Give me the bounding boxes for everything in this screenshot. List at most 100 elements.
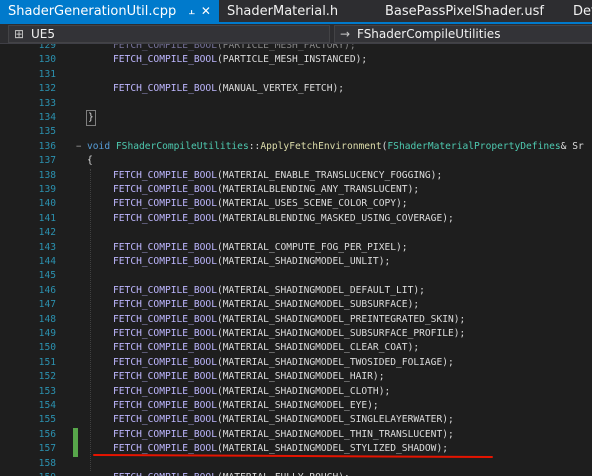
code-text: FETCH_COMPILE_BOOL(MATERIALBLENDING_MASK… [113,212,454,226]
code-text: } [86,109,96,127]
line-number: 138 [38,169,56,181]
change-marker [73,427,78,443]
tab-label: ShaderMaterial.h [226,3,339,19]
code-line[interactable]: 144 FETCH_COMPILE_BOOL(MATERIAL_SHADINGMO… [0,255,592,269]
code-token: (MATERIAL_FULLY_ROUGH); [217,472,350,476]
line-number: 132 [38,83,56,95]
code-line[interactable]: 148 FETCH_COMPILE_BOOL(MATERIAL_SHADINGMO… [0,313,592,327]
code-token: FETCH_COMPILE_BOOL [113,443,217,455]
code-line[interactable]: 138 FETCH_COMPILE_BOOL(MATERIAL_ENABLE_TR… [0,169,592,183]
code-token: ApplyFetchEnvironment [260,140,382,152]
code-token: (MATERIAL_SHADINGMODEL_THIN_TRANSLUCENT)… [216,428,454,440]
code-line[interactable]: 137 { [0,154,592,168]
code-line[interactable]: 131 [0,68,592,82]
line-number: 150 [38,342,56,354]
code-token: (MATERIAL_SHADINGMODEL_UNLIT); [216,256,391,267]
pin-icon[interactable]: ⫠ [188,4,195,18]
project-dropdown[interactable]: ⊞ UE5 [8,25,330,43]
code-line[interactable]: 153 FETCH_COMPILE_BOOL(MATERIAL_SHADINGMO… [0,385,592,399]
scope-value: FShaderCompileUtilities [357,27,501,41]
code-token: FETCH_COMPILE_BOOL [113,313,217,325]
line-number: 139 [38,184,56,195]
code-token: (MATERIAL_SHADINGMODEL_STYLIZED_SHADOW); [216,443,449,455]
line-number: 155 [38,414,56,426]
code-line[interactable]: 155 FETCH_COMPILE_BOOL(MATERIAL_SHADINGMO… [0,413,592,427]
code-text: FETCH_COMPILE_BOOL(MATERIAL_SHADINGMODEL… [113,385,390,399]
code-token: (MATERIAL_SHADINGMODEL_CLEAR_COAT); [216,342,420,354]
tab-deferred[interactable]: Defer [565,0,592,22]
code-line[interactable]: 132 FETCH_COMPILE_BOOL(MANUAL_VERTEX_FETC… [0,82,592,96]
code-line[interactable]: 150 FETCH_COMPILE_BOOL(MATERIAL_SHADINGMO… [0,341,592,355]
code-line[interactable]: 154 FETCH_COMPILE_BOOL(MATERIAL_SHADINGMO… [0,399,592,413]
fold-toggle-icon[interactable]: − [76,140,81,154]
line-number: 130 [38,54,56,66]
code-line[interactable]: 139 FETCH_COMPILE_BOOL(MATERIALBLENDING_A… [0,183,592,197]
code-line[interactable]: 130 FETCH_COMPILE_BOOL(PARTICLE_MESH_INST… [0,53,592,67]
line-number: 135 [38,126,56,138]
code-line[interactable]: 129 FETCH_COMPILE_BOOL(PARTICLE_MESH_FACT… [0,44,592,53]
code-editor[interactable]: 129 FETCH_COMPILE_BOOL(PARTICLE_MESH_FACT… [0,44,592,476]
line-number: 129 [38,44,56,51]
code-line[interactable]: 158 [0,457,592,471]
close-icon[interactable]: ✕ [201,4,211,18]
code-text: FETCH_COMPILE_BOOL(MANUAL_VERTEX_FETCH); [113,82,344,96]
line-number: 158 [38,457,56,469]
line-number: 149 [38,328,56,339]
line-number: 154 [38,400,56,411]
tab-label: Defer [572,3,592,19]
line-number: 146 [38,284,56,296]
code-line[interactable]: 152 FETCH_COMPILE_BOOL(MATERIAL_SHADINGMO… [0,370,592,384]
code-token: FShaderCompileUtilities [115,140,249,152]
code-token: FETCH_COMPILE_BOOL [113,198,217,210]
code-line[interactable]: 156 FETCH_COMPILE_BOOL(MATERIAL_SHADINGMO… [0,427,592,443]
code-token: (MATERIAL_SHADINGMODEL_TWOSIDED_FOLIAGE)… [216,356,454,368]
code-line[interactable]: 151 FETCH_COMPILE_BOOL(MATERIAL_SHADINGMO… [0,356,592,370]
code-line[interactable]: 135 [0,125,592,139]
code-token: (MATERIAL_ENABLE_TRANSLUCENCY_FOGGING); [216,169,443,181]
document-tab-strip: ShaderGenerationUtil.cpp ⫠ ✕ ShaderMater… [0,0,592,24]
code-token: (MATERIAL_SHADINGMODEL_CLOTH); [216,385,391,397]
code-line[interactable]: 134} [0,109,592,127]
code-line[interactable]: 133 [0,97,592,111]
change-marker [73,442,78,457]
code-line[interactable]: 147 FETCH_COMPILE_BOOL(MATERIAL_SHADINGMO… [0,298,592,312]
code-text: FETCH_COMPILE_BOOL(MATERIALBLENDING_ANY_… [113,183,419,197]
code-line[interactable]: 143 FETCH_COMPILE_BOOL(MATERIAL_COMPUTE_F… [0,241,592,255]
code-text: FETCH_COMPILE_BOOL(MATERIAL_USES_SCENE_C… [113,197,408,211]
code-token: FETCH_COMPILE_BOOL [113,342,217,354]
code-line[interactable]: 140 FETCH_COMPILE_BOOL(MATERIAL_USES_SCEN… [0,197,592,211]
code-token: FETCH_COMPILE_BOOL [113,241,217,253]
code-line[interactable]: 136 void FShaderCompileUtilities::ApplyFe… [0,140,592,154]
line-number: 159 [32,471,56,476]
code-token: (MATERIALBLENDING_MASKED_USING_COVERAGE)… [216,212,454,224]
code-token: FETCH_COMPILE_BOOL [113,299,217,311]
code-token: FETCH_COMPILE_BOOL [113,414,217,426]
code-line[interactable]: 149 FETCH_COMPILE_BOOL(MATERIAL_SHADINGMO… [0,327,592,341]
code-token: FETCH_COMPILE_BOOL [113,472,217,476]
code-token: FETCH_COMPILE_BOOL [113,54,217,66]
line-number: 141 [38,212,56,224]
code-text: FETCH_COMPILE_BOOL(MATERIAL_SHADINGMODEL… [113,428,454,442]
code-token: & Sr [560,140,584,152]
code-text: FETCH_COMPILE_BOOL(MATERIAL_SHADINGMODEL… [113,284,425,298]
code-line[interactable]: 146 FETCH_COMPILE_BOOL(MATERIAL_SHADINGMO… [0,284,592,298]
code-token: FETCH_COMPILE_BOOL [113,256,217,267]
code-text: FETCH_COMPILE_BOOL(MATERIAL_SHADINGMODEL… [113,341,419,355]
code-token: (MANUAL_VERTEX_FETCH); [216,83,345,95]
line-number: 140 [38,198,56,210]
line-number: 156 [38,428,56,440]
tab-shadermaterial-h[interactable]: ShaderMaterial.h [219,0,377,22]
code-token: (PARTICLE_MESH_INSTANCED); [216,54,368,66]
tab-shadergenerationutil-cpp[interactable]: ShaderGenerationUtil.cpp ⫠ ✕ [0,0,219,22]
code-token: (MATERIALBLENDING_ANY_TRANSLUCENT); [216,184,420,195]
tab-basepasspixelshader-usf[interactable]: BasePassPixelShader.usf [377,0,565,22]
code-line[interactable]: 142 [0,226,592,240]
scope-dropdown[interactable]: → FShaderCompileUtilities [334,25,592,43]
code-text: FETCH_COMPILE_BOOL(MATERIAL_SHADINGMODEL… [113,413,454,427]
code-line[interactable]: 141 FETCH_COMPILE_BOOL(MATERIALBLENDING_M… [0,212,592,226]
code-token: FETCH_COMPILE_BOOL [113,371,217,383]
code-text: FETCH_COMPILE_BOOL(MATERIAL_SHADINGMODEL… [113,313,465,327]
code-line[interactable]: 159 FETCH_COMPILE_BOOL(MATERIAL_FULLY_ROU… [0,471,592,476]
tab-label: ShaderGenerationUtil.cpp [8,3,177,19]
code-line[interactable]: 145 [0,269,592,283]
